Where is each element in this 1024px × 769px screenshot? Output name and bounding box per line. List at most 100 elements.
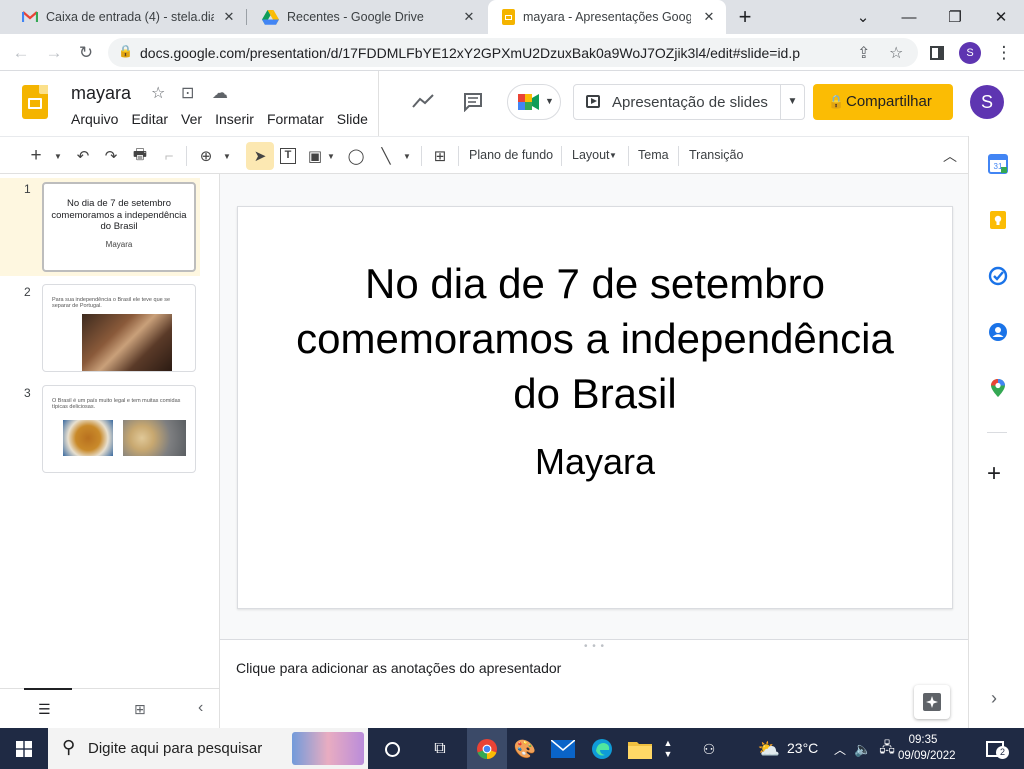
slideshow-options-dropdown[interactable]: ▼ xyxy=(780,85,804,119)
omnibox[interactable]: 🔒 docs.google.com/presentation/d/17FDDML… xyxy=(108,38,918,67)
zoom-dropdown[interactable]: ▼ xyxy=(220,145,234,167)
print-button[interactable]: 🖶 xyxy=(129,145,151,167)
zoom-button[interactable]: ⊕ xyxy=(195,145,217,167)
menu-formatar[interactable]: Formatar xyxy=(267,111,324,127)
restore-button[interactable]: ❐ xyxy=(932,0,978,34)
minimize-button[interactable]: — xyxy=(886,0,932,34)
share-button[interactable]: 🔒 Compartilhar xyxy=(813,84,953,120)
profile-avatar[interactable]: S xyxy=(959,42,981,64)
browser-tab-gmail[interactable]: Caixa de entrada (4) - stela.dias@ ✕ xyxy=(8,0,246,34)
cloud-status-icon[interactable]: ☁ xyxy=(212,83,228,103)
line-tool[interactable]: ╲ xyxy=(376,145,396,167)
menu-inserir[interactable]: Inserir xyxy=(215,111,254,127)
close-window-button[interactable]: ✕ xyxy=(978,0,1024,34)
menu-slide[interactable]: Slide xyxy=(337,111,368,127)
insert-image-tool[interactable]: ▣ xyxy=(306,145,324,167)
insert-image-dropdown[interactable]: ▼ xyxy=(325,145,337,167)
filmstrip-view-button[interactable]: ☰ xyxy=(38,701,51,718)
taskbar-clock[interactable]: 09:35 09/09/2022 xyxy=(898,732,956,764)
browser-menu-button[interactable]: ⋮ xyxy=(992,41,1016,65)
weather-widget[interactable]: ⛅ xyxy=(756,736,782,762)
browser-tab-drive[interactable]: Recentes - Google Drive ✕ xyxy=(248,0,486,34)
tab-title: Recentes - Google Drive xyxy=(287,10,424,24)
keep-icon[interactable] xyxy=(988,210,1008,230)
close-tab-icon[interactable]: ✕ xyxy=(702,9,716,25)
paint-roller-icon: ⌐ xyxy=(164,147,174,165)
move-folder-icon[interactable]: ⊡ xyxy=(181,83,194,103)
tasks-icon[interactable] xyxy=(988,266,1008,286)
people-button[interactable]: ⚇ xyxy=(698,736,720,762)
paint-format-button[interactable]: ⌐ xyxy=(158,145,180,167)
temperature-text[interactable]: 23°C xyxy=(787,740,818,756)
show-hidden-icons-button[interactable]: ︿ xyxy=(833,736,847,762)
close-tab-icon[interactable]: ✕ xyxy=(462,9,476,25)
add-comment-button[interactable]: ⊞ xyxy=(429,145,451,167)
taskbar-paint-app[interactable]: 🎨 xyxy=(512,736,538,762)
task-view-button[interactable]: ⧉ xyxy=(428,736,452,762)
meet-button[interactable]: ▼ xyxy=(507,84,561,120)
chevron-down-icon: ▼ xyxy=(223,151,231,161)
shape-tool[interactable]: ◯ xyxy=(345,145,367,167)
star-icon[interactable]: ☆ xyxy=(151,83,165,103)
collapse-filmstrip-button[interactable]: ‹ xyxy=(198,699,203,717)
document-title[interactable]: mayara xyxy=(71,83,131,104)
taskbar-search[interactable]: ⚲ Digite aqui para pesquisar xyxy=(48,728,368,769)
undo-button[interactable]: ↶ xyxy=(72,145,94,167)
transition-button[interactable]: Transição xyxy=(689,148,743,162)
redo-button[interactable]: ↷ xyxy=(100,145,122,167)
background-button[interactable]: Plano de fundo xyxy=(469,148,553,162)
account-avatar[interactable]: S xyxy=(970,85,1004,119)
slideshow-button[interactable]: Apresentação de slides ▼ xyxy=(573,84,805,120)
windows-start-icon[interactable] xyxy=(16,741,32,757)
current-slide[interactable]: No dia de 7 de setembro comemoramos a in… xyxy=(237,206,953,609)
calendar-icon[interactable]: 31 xyxy=(988,154,1008,174)
cortana-button[interactable] xyxy=(380,736,404,762)
slide-thumbnail-3[interactable]: O Brasil é um país muito legal e tem mui… xyxy=(42,385,196,473)
explore-button[interactable] xyxy=(914,685,950,719)
menu-arquivo[interactable]: Arquivo xyxy=(71,111,118,127)
back-button[interactable]: ← xyxy=(9,41,33,65)
menu-editar[interactable]: Editar xyxy=(131,111,168,127)
new-tab-button[interactable]: + xyxy=(725,0,765,34)
layout-button[interactable]: Layout xyxy=(572,148,610,162)
slide-subtitle-text[interactable]: Mayara xyxy=(238,441,952,483)
taskbar-scroll-button[interactable]: ▲ ▼ xyxy=(662,736,674,762)
network-button[interactable]: 🖧 xyxy=(878,736,896,762)
activity-trend-icon[interactable] xyxy=(412,94,434,108)
taskbar-edge-app[interactable] xyxy=(589,736,615,762)
grid-view-button[interactable]: ⊞ xyxy=(134,701,146,718)
forward-button[interactable]: → xyxy=(42,41,66,65)
maps-icon[interactable] xyxy=(988,378,1008,398)
share-page-icon[interactable]: ⇪ xyxy=(857,43,870,63)
text-box-tool[interactable]: T xyxy=(278,145,298,167)
slide-title-text[interactable]: No dia de 7 de setembro comemoramos a in… xyxy=(278,256,912,421)
resize-grip-icon[interactable]: • • • xyxy=(584,641,605,652)
slides-logo[interactable] xyxy=(22,85,48,119)
menu-ver[interactable]: Ver xyxy=(181,111,202,127)
select-tool[interactable]: ➤ xyxy=(246,142,274,170)
new-slide-button[interactable]: + xyxy=(26,145,46,167)
notifications-button[interactable]: 2 xyxy=(982,736,1009,762)
taskbar-mail-app[interactable] xyxy=(550,736,576,762)
slide-thumbnail-2[interactable]: Para sua independência o Brasil ele teve… xyxy=(42,284,196,372)
collapse-menus-button[interactable]: ︿ xyxy=(940,145,960,167)
comments-icon[interactable] xyxy=(463,92,483,112)
chevron-up-icon: ︿ xyxy=(943,148,957,164)
new-slide-layout-dropdown[interactable]: ▼ xyxy=(50,145,66,167)
speaker-notes[interactable]: • • • Clique para adicionar as anotações… xyxy=(220,639,968,728)
show-side-panel-button[interactable]: › xyxy=(991,688,997,709)
browser-tab-slides[interactable]: mayara - Apresentações Google ✕ xyxy=(488,0,726,34)
line-dropdown[interactable]: ▼ xyxy=(400,145,414,167)
close-tab-icon[interactable]: ✕ xyxy=(222,9,236,25)
theme-button[interactable]: Tema xyxy=(638,148,669,162)
star-icon[interactable]: ☆ xyxy=(889,43,903,63)
reload-button[interactable]: ↻ xyxy=(74,41,98,65)
taskbar-chrome-app[interactable] xyxy=(467,728,507,769)
volume-button[interactable]: 🔈 xyxy=(854,736,872,762)
contacts-icon[interactable] xyxy=(988,322,1008,342)
get-addons-button[interactable]: + xyxy=(987,462,1001,486)
slide-thumbnail-1[interactable]: No dia de 7 de setembro comemoramos a in… xyxy=(42,182,196,272)
taskbar-explorer-app[interactable] xyxy=(627,736,653,762)
tab-search-button[interactable]: ⌄ xyxy=(840,0,886,34)
side-panel-button[interactable] xyxy=(925,41,949,65)
